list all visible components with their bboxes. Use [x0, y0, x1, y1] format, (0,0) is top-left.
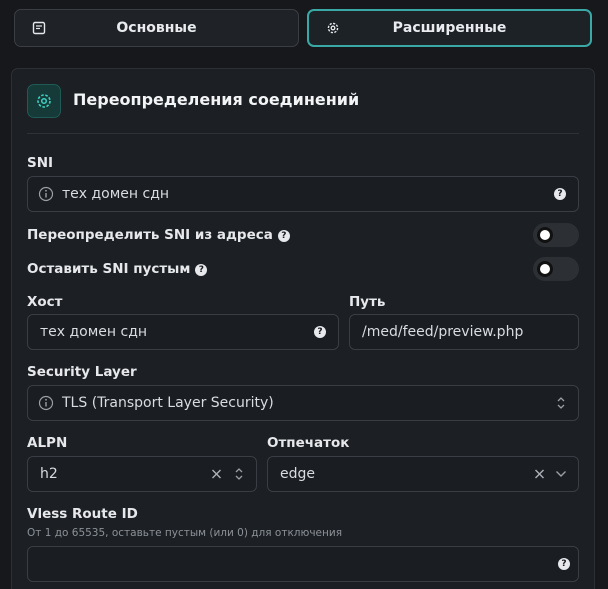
gear-icon	[327, 22, 339, 34]
section-divider	[27, 133, 579, 134]
help-icon[interactable]: ?	[195, 264, 208, 276]
toggle-knob	[537, 261, 553, 277]
chevron-up-down-icon	[557, 397, 565, 409]
tab-basic-label: Основные	[116, 20, 197, 36]
override-sni-label: Переопределить SNI из адреса?	[27, 227, 290, 243]
alpn-label: ALPN	[27, 435, 68, 451]
path-input[interactable]: /med/feed/preview.php	[349, 314, 579, 350]
clear-icon[interactable]	[211, 469, 222, 480]
alpn-select[interactable]: h2	[27, 456, 257, 492]
fingerprint-value: edge	[280, 466, 315, 482]
empty-sni-text: Оставить SNI пустым	[27, 261, 191, 277]
fingerprint-select[interactable]: edge	[267, 456, 579, 492]
help-icon[interactable]: ?	[277, 230, 290, 242]
note-icon	[32, 21, 46, 35]
override-sni-text: Переопределить SNI из адреса	[27, 227, 273, 243]
settings-panel: Основные Расширенные Переопределения сое…	[0, 0, 608, 589]
section-icon-box	[27, 84, 61, 118]
sni-input[interactable]: тех домен сдн ?	[27, 176, 579, 212]
security-layer-value: TLS (Transport Layer Security)	[62, 395, 274, 411]
sni-value: тех домен сдн	[62, 186, 170, 202]
toggle-knob	[537, 227, 553, 243]
sni-label: SNI	[27, 155, 54, 171]
info-icon	[38, 186, 54, 202]
vless-route-input[interactable]: ?	[27, 546, 579, 582]
alpn-value: h2	[40, 466, 58, 482]
chevron-down-icon	[556, 471, 566, 477]
path-value: /med/feed/preview.php	[362, 324, 524, 340]
security-layer-label: Security Layer	[27, 364, 137, 380]
help-icon[interactable]: ?	[554, 188, 566, 200]
vless-route-hint: От 1 до 65535, оставьте пустым (или 0) д…	[27, 527, 343, 539]
security-layer-select[interactable]: TLS (Transport Layer Security)	[27, 385, 579, 421]
section-title: Переопределения соединений	[73, 90, 360, 109]
help-icon[interactable]: ?	[558, 558, 570, 570]
host-input[interactable]: тех домен сдн ?	[27, 314, 339, 350]
empty-sni-toggle[interactable]	[533, 257, 579, 281]
host-label: Хост	[27, 294, 63, 310]
help-icon[interactable]: ?	[314, 326, 326, 338]
override-sni-toggle[interactable]	[533, 223, 579, 247]
tab-advanced[interactable]: Расширенные	[307, 9, 592, 47]
gear-icon	[37, 94, 51, 108]
clear-icon[interactable]	[534, 469, 545, 480]
host-value: тех домен сдн	[40, 324, 148, 340]
path-label: Путь	[349, 294, 386, 310]
info-icon	[38, 395, 54, 411]
fingerprint-label: Отпечаток	[267, 435, 350, 451]
empty-sni-label: Оставить SNI пустым?	[27, 261, 208, 277]
tab-basic[interactable]: Основные	[14, 9, 299, 47]
tab-advanced-label: Расширенные	[392, 20, 507, 36]
vless-route-label: Vless Route ID	[27, 506, 138, 522]
chevron-up-down-icon	[235, 468, 243, 480]
